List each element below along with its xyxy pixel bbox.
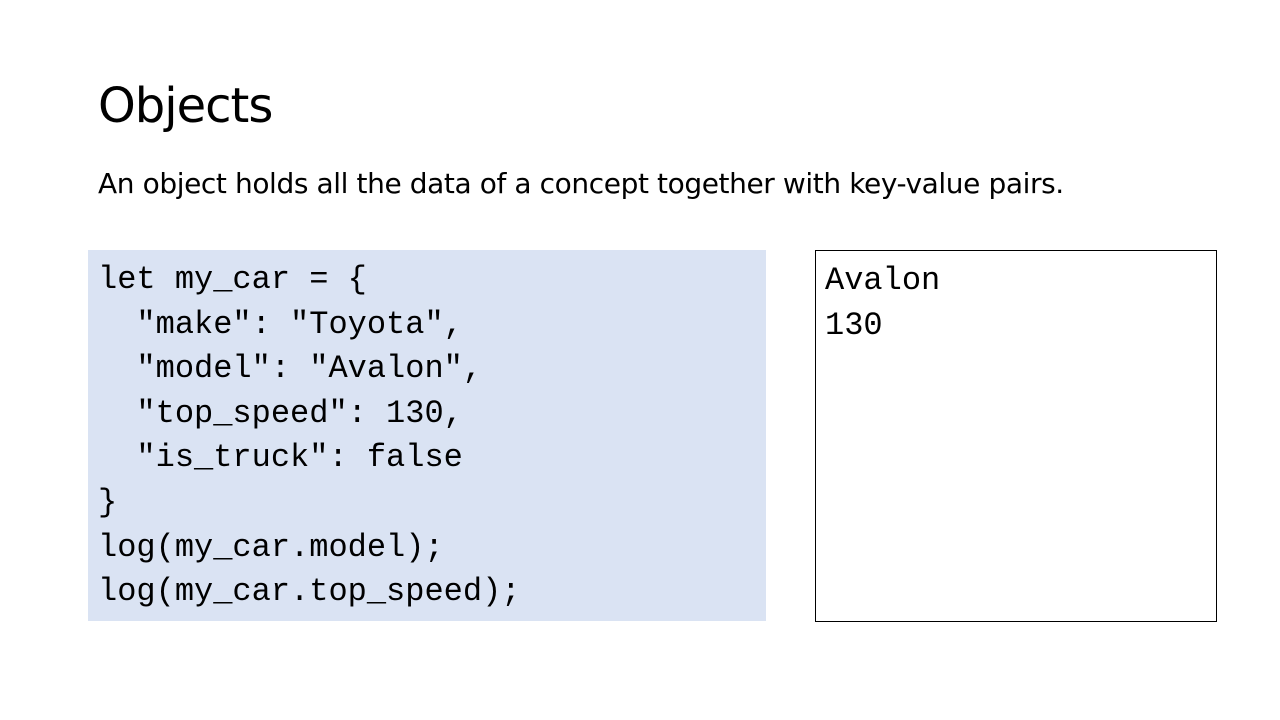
code-line: let my_car = { [98, 261, 367, 298]
slide-title: Objects [98, 78, 273, 134]
code-line: "is_truck": false [98, 439, 463, 477]
code-line: "top_speed": 130, [98, 394, 463, 432]
code-line: "model": "Avalon", [98, 350, 483, 388]
slide: Objects An object holds all the data of … [0, 0, 1280, 720]
output-line: Avalon [825, 262, 941, 299]
code-line: } [98, 483, 118, 521]
code-block: let my_car = { "make": "Toyota", "model"… [88, 250, 766, 621]
code-line: "make": "Toyota", [98, 305, 463, 343]
slide-subtitle: An object holds all the data of a concep… [98, 167, 1064, 200]
console-output: Avalon 130 [815, 250, 1217, 622]
output-line: 130 [825, 306, 883, 344]
code-line: log(my_car.top_speed); [98, 573, 521, 611]
code-line: log(my_car.model); [98, 528, 444, 566]
